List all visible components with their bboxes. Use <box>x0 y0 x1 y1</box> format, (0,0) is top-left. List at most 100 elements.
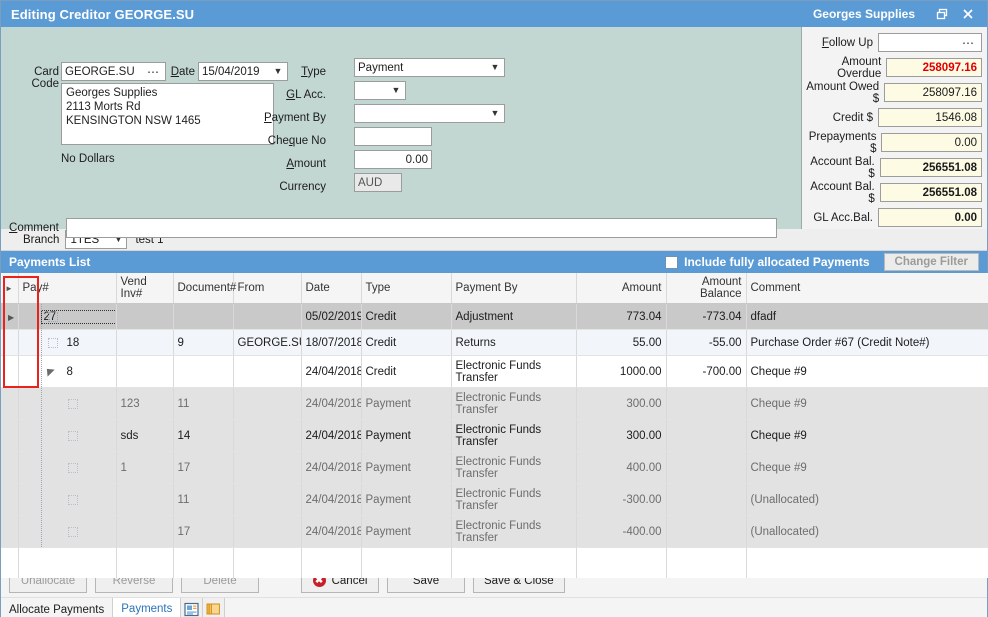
cell-payment-by[interactable]: Electronic Funds Transfer <box>451 355 577 388</box>
table-row[interactable]: 11 24/04/2018 Payment Electronic Funds Tran… <box>1 483 988 516</box>
col-header-date[interactable]: Date <box>301 273 362 304</box>
cell-pay-number[interactable]: 18 <box>18 329 117 356</box>
cell-vend-inv[interactable] <box>116 329 174 356</box>
include-allocated-toggle[interactable]: Include fully allocated Payments <box>665 255 870 269</box>
gl-acc-select[interactable]: ▼ <box>354 81 406 100</box>
cell-amount-balance[interactable] <box>666 451 747 484</box>
row-indicator-cell[interactable] <box>1 451 19 484</box>
cell-comment[interactable]: (Unallocated) <box>746 483 988 516</box>
col-header-amount-balance[interactable]: Amount Balance <box>666 273 747 304</box>
cell-document[interactable] <box>173 355 234 388</box>
tab-allocate-payments[interactable]: Allocate Payments <box>1 598 114 617</box>
change-filter-button[interactable]: Change Filter <box>883 253 979 271</box>
row-indicator-cell[interactable] <box>1 419 19 452</box>
table-row[interactable]: 17 24/04/2018 Payment Electronic Funds Tran… <box>1 515 988 548</box>
tree-expander-collapsed-icon[interactable] <box>47 311 58 322</box>
cell-type[interactable]: Payment <box>361 515 452 548</box>
cell-comment[interactable]: Cheque #9 <box>746 355 988 388</box>
cell-amount[interactable]: 55.00 <box>576 329 667 356</box>
cell-vend-inv[interactable]: 1 <box>116 451 174 484</box>
cell-amount-balance[interactable]: -700.00 <box>666 355 747 388</box>
cell-date[interactable]: 05/02/2019 <box>301 303 362 330</box>
cell-type[interactable]: Payment <box>361 483 452 516</box>
cell-type[interactable]: Payment <box>361 451 452 484</box>
cell-pay-number[interactable] <box>18 451 117 484</box>
cell-pay-number[interactable] <box>18 419 117 452</box>
cell-amount[interactable]: -400.00 <box>576 515 667 548</box>
cell-date[interactable]: 24/04/2018 <box>301 355 362 388</box>
col-header-pay[interactable]: Pay# <box>18 273 117 304</box>
cell-amount-balance[interactable]: -55.00 <box>666 329 747 356</box>
cell-document[interactable]: 17 <box>173 515 234 548</box>
row-indicator-cell[interactable] <box>1 515 19 548</box>
cell-comment[interactable]: dfadf <box>746 303 988 330</box>
cell-payment-by[interactable]: Electronic Funds Transfer <box>451 515 577 548</box>
cell-document[interactable] <box>173 303 234 330</box>
table-row[interactable]: 1 17 24/04/2018 Payment Electronic Funds Tra… <box>1 451 988 484</box>
cell-date[interactable]: 24/04/2018 <box>301 451 362 484</box>
close-icon[interactable] <box>955 3 981 25</box>
cell-vend-inv[interactable] <box>116 355 174 388</box>
cell-payment-by[interactable]: Adjustment <box>451 303 577 330</box>
cell-pay-number[interactable] <box>18 387 117 420</box>
follow-up-browse-icon[interactable]: ⋯ <box>962 36 977 50</box>
cell-type[interactable]: Credit <box>361 329 452 356</box>
cell-from[interactable]: GEORGE.SU <box>233 329 302 356</box>
row-indicator-cell[interactable] <box>1 387 19 420</box>
cell-from[interactable] <box>233 451 302 484</box>
cell-comment[interactable]: Cheque #9 <box>746 419 988 452</box>
cell-amount[interactable]: -300.00 <box>576 483 667 516</box>
cell-type[interactable]: Payment <box>361 419 452 452</box>
col-header-type[interactable]: Type <box>361 273 452 304</box>
tree-expander-expanded-icon[interactable] <box>42 364 55 377</box>
col-header-vend-inv[interactable]: Vend Inv# <box>116 273 174 304</box>
table-row[interactable]: 123 11 24/04/2018 Payment Electronic Funds T… <box>1 387 988 420</box>
cell-date[interactable]: 18/07/2018 <box>301 329 362 356</box>
restore-window-icon[interactable] <box>929 3 955 25</box>
cell-payment-by[interactable]: Returns <box>451 329 577 356</box>
cell-date[interactable]: 24/04/2018 <box>301 419 362 452</box>
cell-pay-number[interactable] <box>18 515 117 548</box>
report-view-icon[interactable] <box>181 598 204 617</box>
row-indicator-cell[interactable]: ▶ <box>1 303 19 330</box>
cell-vend-inv[interactable] <box>116 515 174 548</box>
cell-from[interactable] <box>233 303 302 330</box>
col-header-document[interactable]: Document# <box>173 273 236 304</box>
cell-amount[interactable]: 400.00 <box>576 451 667 484</box>
cell-document[interactable]: 14 <box>173 419 234 452</box>
cell-vend-inv[interactable]: 123 <box>116 387 174 420</box>
cell-amount-balance[interactable] <box>666 483 747 516</box>
follow-up-input[interactable]: ⋯ <box>878 33 982 52</box>
amount-input[interactable]: 0.00 <box>354 150 432 169</box>
cell-document[interactable]: 11 <box>173 483 234 516</box>
row-indicator-cell[interactable] <box>1 355 19 388</box>
table-row[interactable]: sds 14 24/04/2018 Payment Electronic Funds T… <box>1 419 988 452</box>
card-code-browse-icon[interactable]: ⋯ <box>147 65 162 79</box>
cell-amount[interactable]: 300.00 <box>576 387 667 420</box>
cell-from[interactable] <box>233 355 302 388</box>
col-header-comment[interactable]: Comment <box>746 273 988 304</box>
table-row[interactable]: ▶ 27 05/02/2019 Credit Adjustment 773.04 -773.… <box>1 303 988 330</box>
gl-acc-chevron-down-icon[interactable]: ▼ <box>390 86 402 95</box>
cell-type[interactable]: Credit <box>361 355 452 388</box>
cell-document[interactable]: 9 <box>173 329 234 356</box>
cell-date[interactable]: 24/04/2018 <box>301 387 362 420</box>
table-row[interactable]: 8 24/04/2018 Credit Electronic Funds Transf… <box>1 355 988 388</box>
col-header-from[interactable]: From <box>233 273 302 304</box>
col-header-amount[interactable]: Amount <box>576 273 667 304</box>
cell-amount-balance[interactable] <box>666 515 747 548</box>
cell-amount[interactable]: 300.00 <box>576 419 667 452</box>
cell-amount-balance[interactable] <box>666 387 747 420</box>
cell-comment[interactable]: Cheque #9 <box>746 387 988 420</box>
cell-date[interactable]: 24/04/2018 <box>301 515 362 548</box>
cell-pay-number[interactable]: 8 <box>18 355 117 388</box>
copy-documents-icon[interactable] <box>203 598 226 617</box>
cell-document[interactable]: 17 <box>173 451 234 484</box>
payment-by-chevron-down-icon[interactable]: ▼ <box>489 109 501 118</box>
cell-payment-by[interactable]: Electronic Funds Transfer <box>451 451 577 484</box>
cell-vend-inv[interactable] <box>116 303 174 330</box>
cell-amount-balance[interactable]: -773.04 <box>666 303 747 330</box>
cell-document[interactable]: 11 <box>173 387 234 420</box>
cheque-no-input[interactable] <box>354 127 432 146</box>
table-row[interactable]: 18 9 GEORGE.SU 18/07/2018 Credit Returns 55.00… <box>1 329 988 356</box>
